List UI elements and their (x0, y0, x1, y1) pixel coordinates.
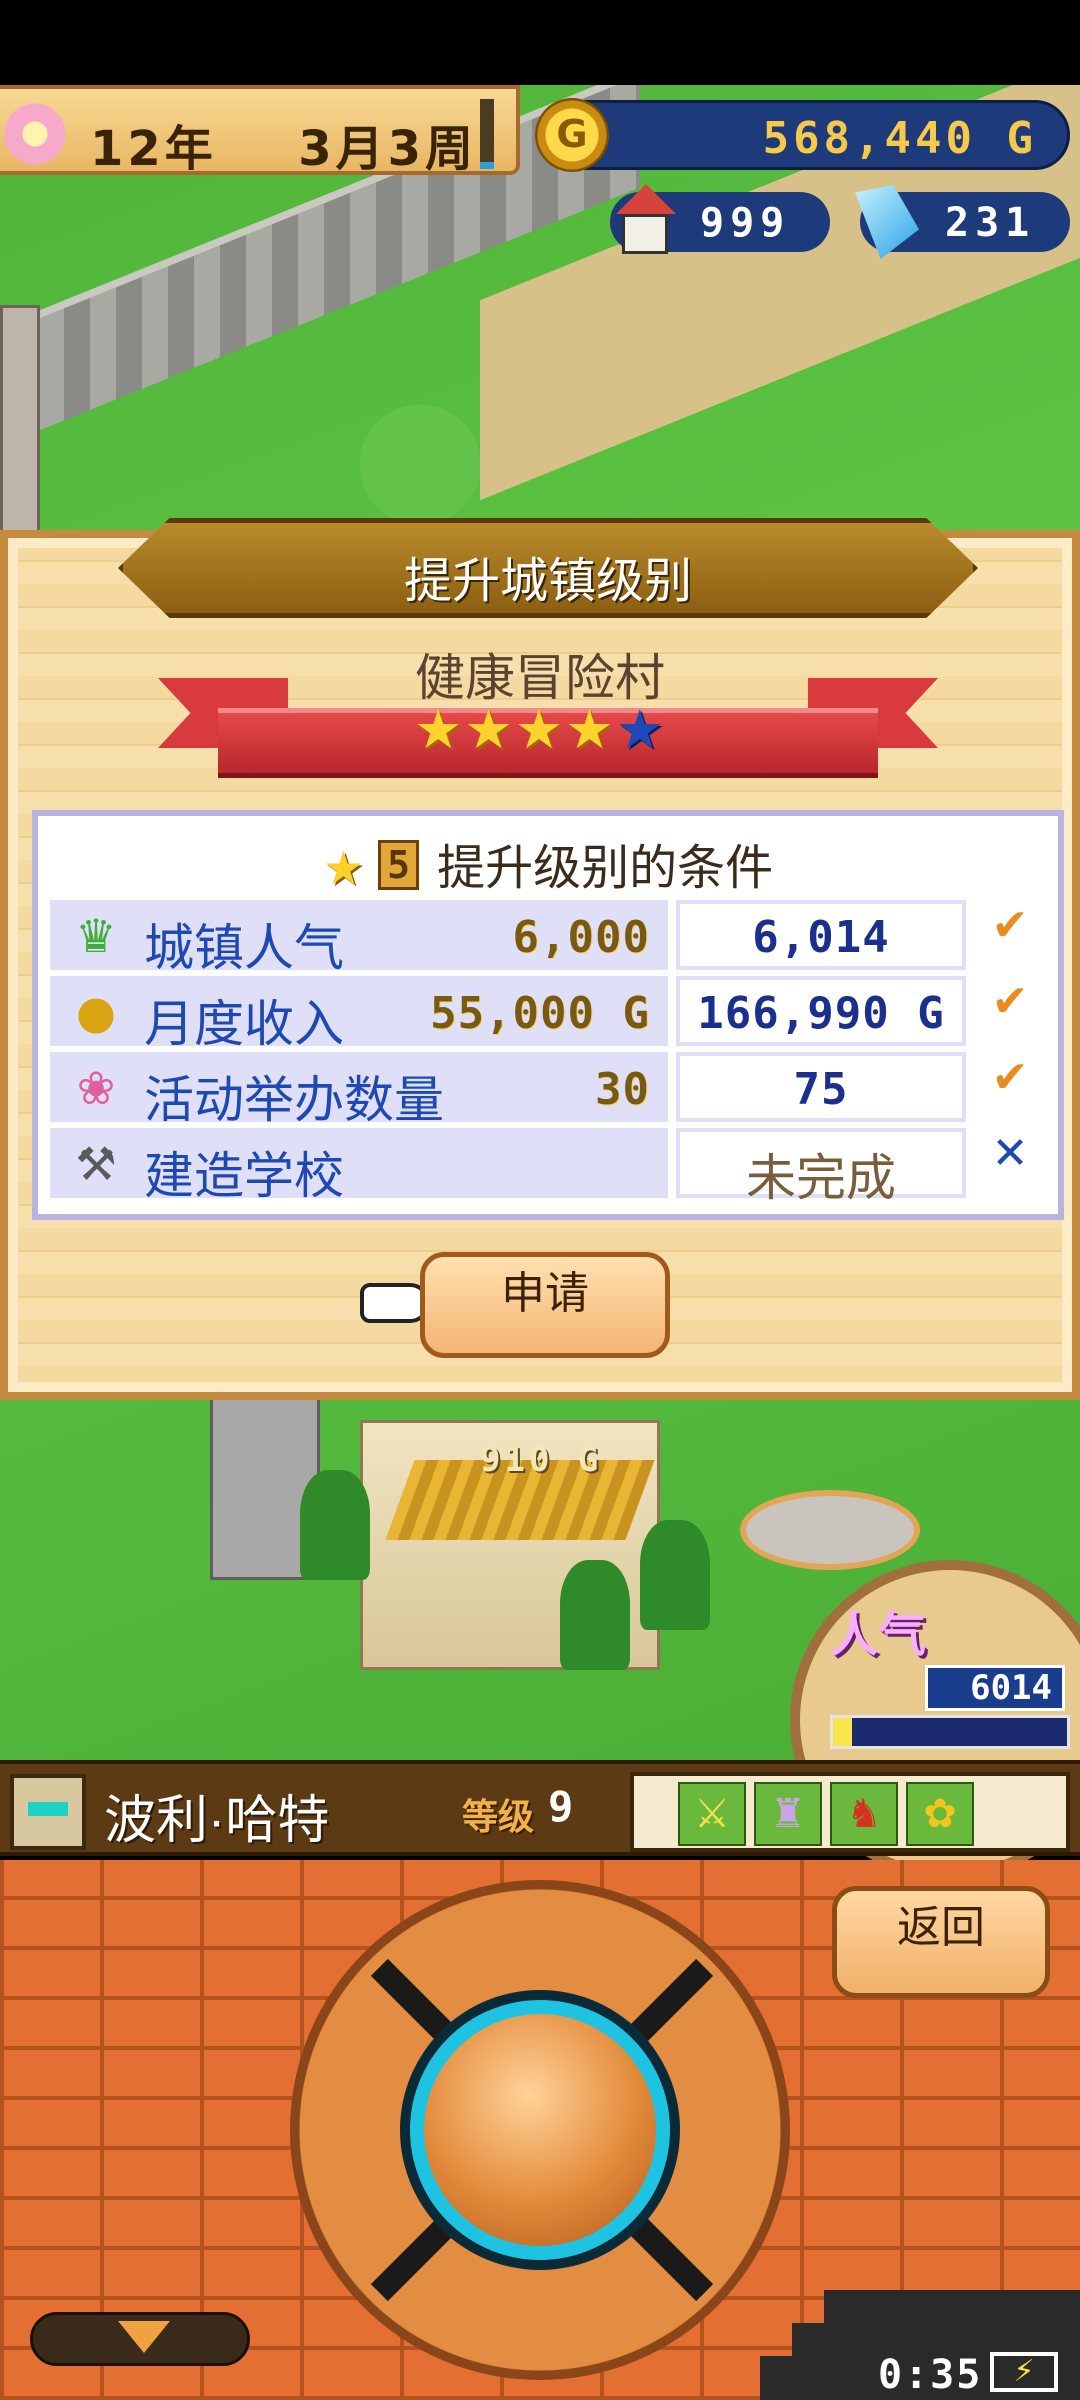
sword-icon[interactable]: ⚔ (678, 1782, 746, 1846)
dialog-title: 提升城镇级别 (403, 555, 692, 608)
town-upgrade-dialog: 提升城镇级别 健康冒险村 ★★★★★ ★ 5 提升级别的条件 ♛ 城镇人气 6,00… (0, 518, 1080, 1400)
date-text: 12年 3月3周 (90, 109, 477, 179)
popularity-label: 人气 (830, 1607, 927, 1663)
conditions-panel: ★ 5 提升级别的条件 ♛ 城镇人气 6,000 6,014 ✔ ● 月度收入 55… (32, 810, 1064, 1220)
condition-label: 城镇人气 (144, 920, 344, 976)
cross-icon: ✕ (991, 1128, 1029, 1179)
condition-label: 月度收入 (144, 996, 344, 1052)
apply-button[interactable]: 申请 (420, 1252, 670, 1358)
popularity-value: 6014 (925, 1665, 1065, 1711)
house-count: 999 (700, 200, 791, 246)
condition-row-school: ⚒ 建造学校 未完成 ✕ (50, 1128, 1050, 1206)
flower-icon[interactable]: ✿ (906, 1782, 974, 1846)
character-name: 波利·哈特 (104, 1792, 330, 1850)
check-icon: ✔ (991, 1052, 1029, 1103)
house-icon (610, 184, 680, 258)
condition-current: 166,990 G (697, 988, 945, 1039)
armor-icon[interactable]: ♜ (754, 1782, 822, 1846)
income-icon: ● (75, 985, 117, 1039)
tree (300, 1470, 370, 1580)
check-icon: ✔ (991, 900, 1029, 951)
condition-status: 未完成 (746, 1150, 896, 1206)
floating-price: 910 G (480, 1440, 603, 1480)
crystal-count: 231 (945, 200, 1036, 246)
town-rank-stars: ★★★★★ (8, 698, 1072, 761)
week-progress (480, 99, 494, 169)
character-bar[interactable]: 波利·哈特 等级 9 ⚔ ♜ ♞ ✿ (0, 1760, 1080, 1856)
week-progress-fill (480, 162, 494, 169)
status-bar (0, 0, 1080, 85)
gold-panel: 568,440 G (545, 100, 1070, 170)
chevron-down-icon (118, 2321, 170, 2353)
tower-left (0, 305, 40, 535)
level-value: 9 (548, 1782, 574, 1831)
target-tier: 5 (378, 840, 420, 890)
back-button[interactable]: 返回 (832, 1886, 1050, 1998)
helmet-icon[interactable]: ♞ (830, 1782, 898, 1846)
popularity-icon: ♛ (75, 909, 117, 963)
condition-required: 30 (595, 1064, 650, 1115)
gold-value: 568,440 G (762, 113, 1037, 164)
date-panel: 12年 3月3周 (0, 85, 520, 177)
clock: 0:35 (878, 2352, 983, 2398)
condition-row-popularity: ♛ 城镇人气 6,000 6,014 ✔ (50, 900, 1050, 976)
month-week: 3月3周 (298, 121, 478, 177)
battery-icon: ⚡ (990, 2352, 1058, 2392)
tree (560, 1560, 630, 1670)
check-icon: ✔ (991, 976, 1029, 1027)
level-label: 等级 (462, 1797, 535, 1838)
star-icon: ★ (322, 841, 365, 895)
tree (640, 1520, 710, 1630)
condition-required: 55,000 G (430, 988, 650, 1039)
condition-label: 活动举办数量 (144, 1072, 444, 1128)
star-filled-icon: ★★★★ (413, 698, 616, 761)
menu-toggle-button[interactable] (30, 2312, 250, 2366)
condition-row-events: ❀ 活动举办数量 30 75 ✔ (50, 1052, 1050, 1128)
dialog-title-banner: 提升城镇级别 (118, 518, 978, 618)
year: 12年 (90, 121, 217, 177)
balloon-icon: ❀ (76, 1061, 116, 1115)
popularity-bar (830, 1715, 1070, 1749)
cherry-blossom-icon (0, 99, 70, 169)
coin-icon: G (535, 98, 609, 172)
dpad-center-button[interactable] (410, 2000, 670, 2260)
equipment-strip: ⚔ ♜ ♞ ✿ (630, 1772, 1070, 1852)
condition-label: 建造学校 (144, 1148, 344, 1204)
avatar[interactable] (10, 1774, 86, 1850)
star-empty-icon: ★ (615, 698, 667, 761)
coin-symbol: G (556, 112, 588, 156)
hammer-icon: ⚒ (75, 1137, 117, 1191)
popularity-bar-fill (833, 1718, 852, 1746)
conditions-title-text: 提升级别的条件 (437, 842, 774, 895)
conditions-title: ★ 5 提升级别的条件 (38, 828, 1058, 898)
fountain-plaza[interactable] (740, 1490, 920, 1570)
condition-row-income: ● 月度收入 55,000 G 166,990 G ✔ (50, 976, 1050, 1052)
condition-current: 6,014 (752, 912, 890, 963)
condition-required: 6,000 (512, 912, 650, 963)
condition-current: 75 (793, 1064, 849, 1115)
